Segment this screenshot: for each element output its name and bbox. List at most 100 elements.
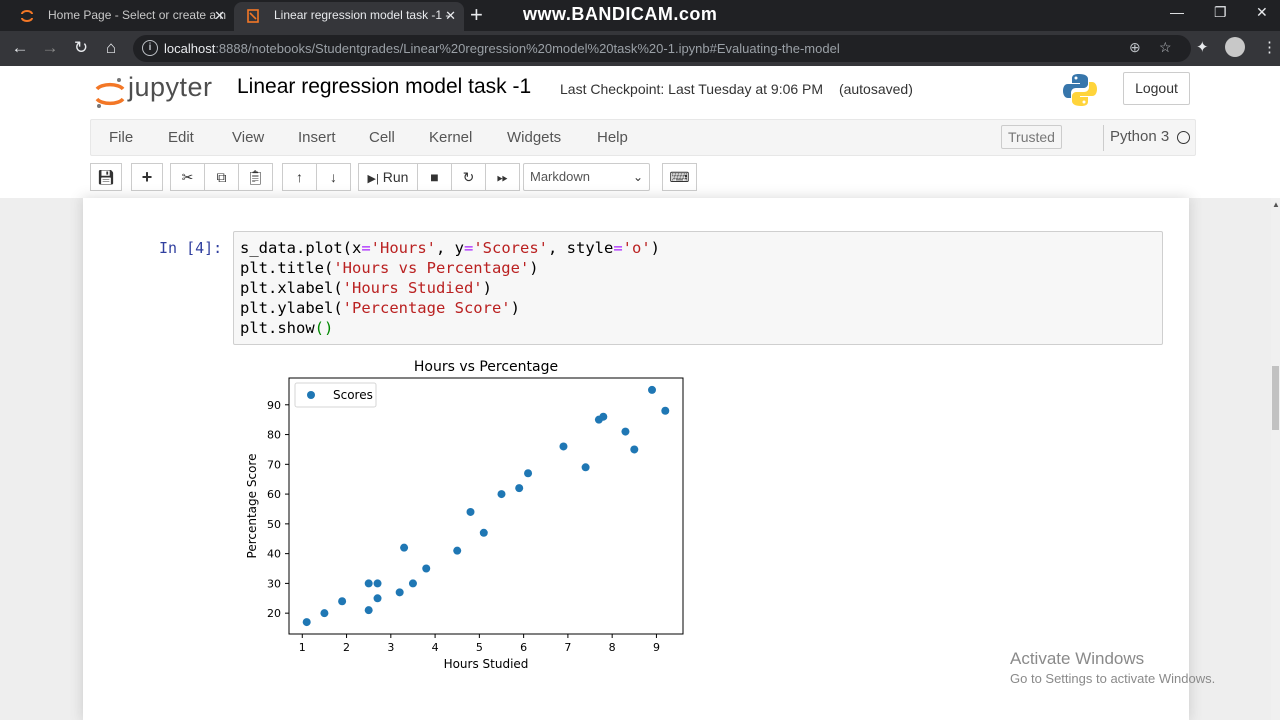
data-point: [661, 406, 670, 415]
home-icon[interactable]: ⌂: [99, 37, 123, 59]
scatter-plot: Hours vs Percentage 1 2 3 4 5 6 7 8 9 20 30 40 50 60 70…: [245, 359, 684, 671]
plus-icon: +: [141, 167, 153, 187]
autosave-status: (autosaved): [838, 81, 913, 97]
activate-windows-subtitle: Go to Settings to activate Windows.: [1010, 671, 1216, 686]
scrollbar-thumb[interactable]: [1272, 366, 1279, 430]
kernel-idle-indicator-icon: [1177, 131, 1190, 144]
data-point: [400, 543, 409, 552]
browser-menu-icon[interactable]: ⋮: [1262, 38, 1277, 56]
extensions-puzzle-icon[interactable]: ✦: [1196, 38, 1209, 56]
code-line-3: plt.xlabel('Hours Studied'): [240, 279, 492, 297]
url-text[interactable]: localhost:8888/notebooks/Studentgrades/L…: [164, 41, 840, 56]
menu-widgets[interactable]: Widgets: [507, 129, 561, 146]
step-forward-icon: ▶︎|: [367, 173, 379, 185]
code-cell-input[interactable]: s_data.plot(x='Hours', y='Scores', style…: [233, 231, 1163, 345]
chevron-down-icon: ⌄: [632, 170, 643, 184]
tab-close-icon[interactable]: ✕: [214, 2, 225, 29]
notebook-toolbar: 💾︎ + ✂ ⧉ 📋︎ ↑ ↓ ▶︎| Run ■ ↻ ⏩︎ Markdown …: [90, 156, 1196, 198]
zoom-icon[interactable]: ⊕: [1129, 39, 1141, 56]
notebook-favicon-icon: [247, 9, 259, 23]
code-line-5: plt.show(): [240, 319, 334, 337]
menu-file[interactable]: File: [109, 129, 133, 146]
interrupt-button[interactable]: ■: [417, 163, 452, 191]
keyboard-icon: ⌨: [669, 169, 690, 185]
menu-insert[interactable]: Insert: [298, 129, 336, 146]
reload-icon[interactable]: ↻: [69, 37, 93, 59]
checkpoint-text: Last Checkpoint: Last Tuesday at 9:06 PM: [560, 81, 824, 97]
y-tick-label: 40: [267, 548, 281, 561]
command-palette-button[interactable]: ⌨: [662, 163, 697, 191]
y-axis-label: Percentage Score: [245, 454, 259, 559]
scroll-up-arrow-icon[interactable]: ▲: [1272, 200, 1280, 209]
data-point: [630, 445, 639, 454]
checkpoint-status: Last Checkpoint: Last Tuesday at 9:06 PM…: [560, 81, 913, 97]
x-tick-label: 7: [564, 641, 571, 654]
restore-icon[interactable]: ❐: [1214, 4, 1227, 21]
data-point: [364, 606, 373, 615]
copy-button[interactable]: ⧉: [204, 163, 239, 191]
code-line-2: plt.title('Hours vs Percentage'): [240, 259, 539, 277]
x-tick-label: 4: [432, 641, 439, 654]
code-editor[interactable]: s_data.plot(x='Hours', y='Scores', style…: [240, 238, 660, 338]
logout-button[interactable]: Logout: [1123, 72, 1190, 105]
restart-icon: ↻: [462, 169, 475, 185]
notebook-title[interactable]: Linear regression model task -1: [237, 75, 531, 99]
paste-button[interactable]: 📋︎: [238, 163, 273, 191]
restart-button[interactable]: ↻: [451, 163, 486, 191]
cell-type-select[interactable]: Markdown ⌄: [523, 163, 650, 191]
restart-run-all-button[interactable]: ⏩︎: [485, 163, 520, 191]
notebook-menubar: File Edit View Insert Cell Kernel Widget…: [90, 119, 1196, 156]
save-button[interactable]: 💾︎: [90, 163, 122, 191]
menu-help[interactable]: Help: [597, 129, 628, 146]
data-point: [559, 442, 568, 451]
minimize-icon[interactable]: —: [1170, 4, 1184, 20]
address-bar[interactable]: i localhost:8888/notebooks/Studentgrades…: [133, 35, 1191, 62]
data-point: [453, 546, 462, 555]
move-up-button[interactable]: ↑: [282, 163, 317, 191]
tab-home-page[interactable]: Home Page - Select or create a n ✕: [8, 2, 233, 31]
bookmark-star-icon[interactable]: ☆: [1159, 39, 1172, 56]
data-point: [621, 427, 630, 436]
menu-kernel[interactable]: Kernel: [429, 129, 472, 146]
cut-button[interactable]: ✂: [170, 163, 205, 191]
cell-type-value: Markdown: [530, 169, 590, 184]
data-point: [466, 507, 475, 516]
profile-avatar[interactable]: [1225, 37, 1245, 57]
data-point: [364, 579, 373, 588]
code-line-4: plt.ylabel('Percentage Score'): [240, 299, 520, 317]
code-line-1: s_data.plot(x='Hours', y='Scores', style…: [240, 239, 661, 257]
new-tab-icon[interactable]: +: [470, 3, 483, 27]
stop-icon: ■: [430, 169, 439, 185]
copy-icon: ⧉: [216, 169, 227, 185]
notebook-scroll-area[interactable]: In [4]: s_data.plot(x='Hours', y='Scores…: [0, 198, 1271, 720]
forward-arrow-icon[interactable]: →: [38, 37, 62, 59]
jupyter-wordmark[interactable]: jupyter: [128, 72, 213, 103]
data-point: [395, 588, 404, 597]
y-tick-label: 90: [267, 399, 281, 412]
run-button[interactable]: ▶︎| Run: [358, 163, 418, 191]
page-scrollbar[interactable]: [1271, 198, 1280, 720]
y-tick-label: 50: [267, 518, 281, 531]
data-point: [524, 469, 533, 478]
data-point: [479, 528, 488, 537]
menu-view[interactable]: View: [232, 129, 264, 146]
data-point: [320, 609, 329, 618]
window-close-icon[interactable]: ✕: [1256, 4, 1268, 21]
kernel-name[interactable]: Python 3: [1103, 125, 1169, 151]
y-tick-label: 70: [267, 458, 281, 471]
move-down-button[interactable]: ↓: [316, 163, 351, 191]
trusted-indicator[interactable]: Trusted: [1001, 125, 1062, 149]
data-point: [373, 579, 382, 588]
tab-linear-regression[interactable]: Linear regression model task -1 - ✕: [234, 2, 464, 31]
menu-edit[interactable]: Edit: [168, 129, 194, 146]
site-info-icon[interactable]: i: [142, 40, 158, 56]
insert-cell-button[interactable]: +: [131, 163, 163, 191]
menu-cell[interactable]: Cell: [369, 129, 395, 146]
jupyter-header: jupyter Linear regression model task -1 …: [0, 66, 1280, 119]
back-arrow-icon[interactable]: ←: [8, 37, 32, 59]
data-point: [599, 412, 608, 421]
arrow-down-icon: ↓: [330, 169, 337, 185]
x-tick-label: 9: [653, 641, 660, 654]
tab-close-icon[interactable]: ✕: [445, 2, 456, 29]
python-logo-icon: [1063, 74, 1097, 106]
